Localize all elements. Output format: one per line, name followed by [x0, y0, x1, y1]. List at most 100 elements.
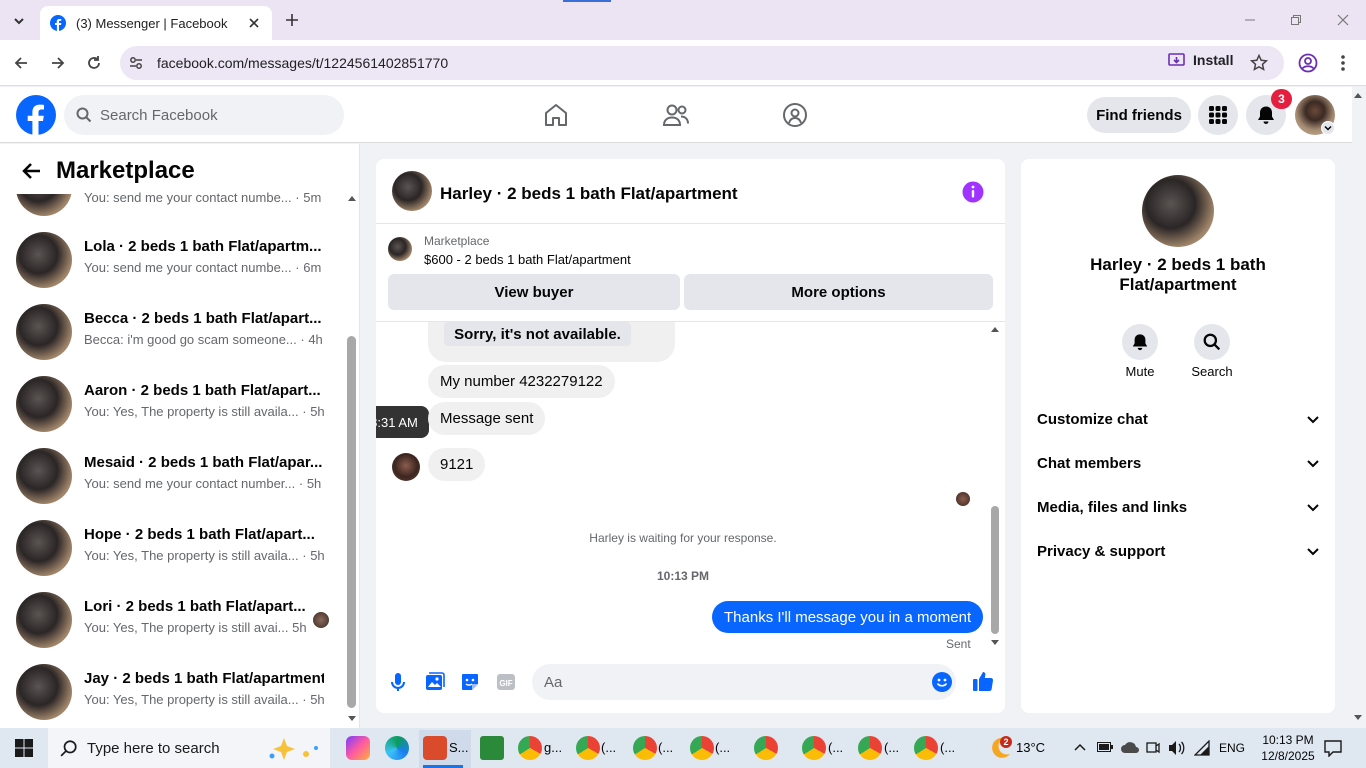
gif-icon[interactable]: GIF: [496, 672, 516, 692]
taskbar-search-box[interactable]: Type here to search: [48, 728, 330, 768]
taskbar-clock[interactable]: 10:13 PM 12/8/2025: [1256, 732, 1320, 764]
thread-name: Lori · 2 beds 1 bath Flat/apart...: [84, 598, 306, 615]
chrome-taskbar-icon-6[interactable]: [802, 736, 826, 760]
my-message-bubble[interactable]: Thanks I'll message you in a moment: [712, 601, 984, 633]
chat-members-section[interactable]: Chat members: [1037, 455, 1319, 472]
restore-icon[interactable]: [1290, 14, 1302, 26]
facebook-search-input[interactable]: Search Facebook: [64, 95, 344, 135]
thread-item-lori[interactable]: Lori · 2 beds 1 bath Flat/apart... You: …: [16, 592, 336, 652]
profile-photo[interactable]: [1142, 175, 1214, 247]
reload-icon[interactable]: [86, 55, 102, 71]
address-bar[interactable]: facebook.com/messages/t/1224561402851770…: [120, 46, 1284, 80]
mute-button[interactable]: [1122, 324, 1158, 360]
find-friends-button[interactable]: Find friends: [1087, 97, 1191, 133]
thread-scroll-down-icon[interactable]: [347, 715, 357, 722]
chrome-taskbar-icon-8[interactable]: [914, 736, 938, 760]
sender-avatar[interactable]: [392, 453, 420, 481]
thread-scrollbar-thumb[interactable]: [347, 336, 356, 708]
message-bubble[interactable]: My number 4232279122: [428, 365, 615, 398]
friends-icon[interactable]: [662, 102, 690, 128]
facebook-logo-icon[interactable]: [16, 95, 56, 135]
app-s-taskbar-icon[interactable]: [423, 736, 447, 760]
account-menu-toggle[interactable]: [1321, 121, 1335, 135]
network-icon[interactable]: [1194, 740, 1210, 756]
minimize-icon[interactable]: [1244, 14, 1256, 26]
thread-preview: Becca: i'm good go scam someone... · 4h: [84, 332, 323, 347]
chat-title[interactable]: Harley · 2 beds 1 bath Flat/apartment: [440, 184, 738, 204]
info-icon[interactable]: [962, 181, 984, 203]
browser-menu-icon[interactable]: [1340, 54, 1346, 72]
windows-start-icon[interactable]: [15, 739, 33, 757]
chrome-taskbar-icon-1[interactable]: [518, 736, 542, 760]
browser-tab[interactable]: (3) Messenger | Facebook: [40, 6, 272, 40]
customize-chat-section[interactable]: Customize chat: [1037, 411, 1319, 428]
bookmark-star-icon[interactable]: [1250, 54, 1268, 72]
thread-item-hope[interactable]: Hope · 2 beds 1 bath Flat/apart... You: …: [16, 520, 336, 580]
home-icon[interactable]: [543, 102, 569, 128]
chrome-taskbar-icon-2[interactable]: [576, 736, 600, 760]
listing-price[interactable]: $600 - 2 beds 1 bath Flat/apartment: [424, 252, 631, 267]
microphone-icon[interactable]: [390, 672, 406, 692]
message-reply-button[interactable]: Sorry, it's not available.: [444, 322, 631, 346]
privacy-support-section[interactable]: Privacy & support: [1037, 543, 1319, 560]
thread-item-lola[interactable]: Lola · 2 beds 1 bath Flat/apartm... You:…: [16, 232, 336, 292]
message-scroll-down-icon[interactable]: [990, 639, 1000, 646]
thumbs-up-icon[interactable]: [972, 670, 994, 692]
edge-taskbar-icon[interactable]: [385, 736, 409, 760]
read-receipt-avatar: [313, 612, 329, 628]
emoji-icon[interactable]: [932, 672, 952, 692]
thread-name: Lola · 2 beds 1 bath Flat/apartm...: [84, 238, 322, 255]
thread-scroll-up-icon[interactable]: [347, 195, 357, 202]
battery-icon[interactable]: [1097, 742, 1113, 752]
spreadsheet-taskbar-icon[interactable]: [480, 736, 504, 760]
language-indicator[interactable]: ENG: [1219, 741, 1245, 755]
window-accent-line: [563, 0, 611, 2]
thread-item-becca[interactable]: Becca · 2 beds 1 bath Flat/apart... Becc…: [16, 304, 336, 364]
page-scroll-down-icon[interactable]: [1353, 714, 1363, 722]
meet-now-icon[interactable]: [1146, 740, 1160, 756]
message-bubble[interactable]: Message sent: [428, 402, 546, 435]
photo-icon[interactable]: [425, 672, 445, 692]
forward-icon[interactable]: [50, 55, 66, 71]
thread-item-partial-preview[interactable]: You: send me your contact numbe... · 5m: [84, 190, 321, 205]
sticker-icon[interactable]: [460, 672, 480, 692]
site-settings-icon[interactable]: [128, 55, 144, 71]
message-input[interactable]: Aa: [532, 664, 956, 700]
chevron-down-icon: [1307, 503, 1319, 511]
thread-name: Jay · 2 beds 1 bath Flat/apartment: [84, 670, 324, 687]
search-conversation-button[interactable]: [1194, 324, 1230, 360]
groups-icon[interactable]: [782, 102, 808, 128]
weather-temperature[interactable]: 13°C: [1016, 740, 1045, 755]
thread-item-mesaid[interactable]: Mesaid · 2 beds 1 bath Flat/apar... You:…: [16, 448, 336, 508]
chrome-taskbar-icon-4[interactable]: [690, 736, 714, 760]
menu-button[interactable]: [1198, 95, 1238, 135]
volume-icon[interactable]: [1168, 740, 1186, 756]
close-window-icon[interactable]: [1337, 14, 1349, 26]
new-tab-icon[interactable]: [285, 13, 299, 27]
copilot-taskbar-icon[interactable]: [346, 736, 370, 760]
profile-icon[interactable]: [1298, 53, 1318, 73]
chrome-taskbar-icon-3[interactable]: [633, 736, 657, 760]
cloud-icon[interactable]: [1120, 740, 1140, 754]
thread-thumbnail: [16, 304, 72, 360]
install-app-button[interactable]: Install: [1168, 52, 1233, 68]
chrome-taskbar-icon-5[interactable]: [754, 736, 778, 760]
message-scrollbar-thumb[interactable]: [991, 506, 999, 634]
back-arrow-icon[interactable]: [22, 162, 42, 180]
view-buyer-button[interactable]: View buyer: [388, 274, 680, 310]
thread-thumbnail: [16, 376, 72, 432]
message-bubble[interactable]: 9121: [428, 448, 486, 481]
close-tab-icon[interactable]: [248, 17, 260, 29]
back-icon[interactable]: [13, 55, 29, 71]
more-options-button[interactable]: More options: [684, 274, 993, 310]
tray-overflow-icon[interactable]: [1074, 743, 1086, 751]
page-scroll-up-icon[interactable]: [1353, 91, 1363, 99]
message-scroll-up-icon[interactable]: [990, 326, 1000, 333]
thread-item-jay[interactable]: Jay · 2 beds 1 bath Flat/apartment You: …: [16, 664, 336, 724]
tab-list-button[interactable]: [8, 10, 30, 32]
notification-center-icon[interactable]: [1324, 739, 1342, 757]
thread-item-aaron[interactable]: Aaron · 2 beds 1 bath Flat/apart... You:…: [16, 376, 336, 436]
media-files-links-section[interactable]: Media, files and links: [1037, 499, 1319, 516]
chrome-taskbar-icon-7[interactable]: [858, 736, 882, 760]
chat-avatar[interactable]: [392, 171, 432, 211]
